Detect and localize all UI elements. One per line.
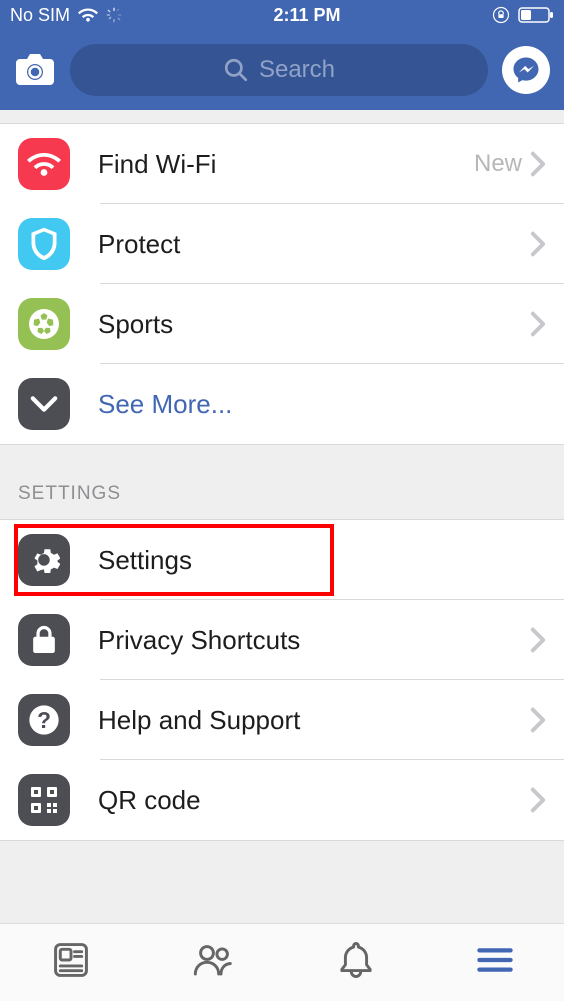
tab-bar	[0, 923, 564, 1001]
menu-label: QR code	[98, 785, 530, 816]
menu-item-protect[interactable]: Protect	[0, 204, 564, 284]
lock-icon	[18, 614, 70, 666]
status-time: 2:11 PM	[273, 5, 340, 26]
menu-item-help[interactable]: ? Help and Support	[0, 680, 564, 760]
svg-text:?: ?	[37, 707, 51, 733]
menu-label: Privacy Shortcuts	[98, 625, 530, 656]
settings-list: Settings Privacy Shortcuts ? Help and Su…	[0, 520, 564, 840]
chevron-right-icon	[530, 231, 546, 257]
bell-icon	[338, 940, 374, 980]
loading-icon	[106, 7, 122, 23]
chevron-right-icon	[530, 151, 546, 177]
menu-label: Help and Support	[98, 705, 530, 736]
chevron-right-icon	[530, 707, 546, 733]
tab-friends[interactable]	[193, 941, 235, 984]
qr-icon	[18, 774, 70, 826]
menu-item-settings[interactable]: Settings	[0, 520, 564, 600]
menu-label: Find Wi-Fi	[98, 149, 474, 180]
orientation-lock-icon	[492, 6, 510, 24]
menu-list: Find Wi-Fi New Protect Sports See More..…	[0, 124, 564, 444]
search-icon	[223, 57, 249, 83]
chevron-right-icon	[530, 311, 546, 337]
menu-item-find-wifi[interactable]: Find Wi-Fi New	[0, 124, 564, 204]
search-placeholder: Search	[259, 56, 335, 84]
see-more-label: See More...	[98, 389, 546, 420]
tab-feed[interactable]	[52, 941, 90, 984]
shield-app-icon	[18, 218, 70, 270]
tab-menu[interactable]	[477, 945, 513, 980]
app-header: Search	[0, 30, 564, 110]
chevron-right-icon	[530, 627, 546, 653]
wifi-icon	[78, 7, 98, 23]
wifi-app-icon	[18, 138, 70, 190]
menu-label: Settings	[98, 545, 546, 576]
new-badge: New	[474, 150, 522, 178]
battery-icon	[518, 7, 554, 23]
tab-notifications[interactable]	[338, 940, 374, 985]
camera-icon[interactable]	[14, 51, 56, 89]
menu-label: Sports	[98, 309, 530, 340]
section-header-settings: SETTINGS	[0, 445, 564, 519]
feed-icon	[52, 941, 90, 979]
hamburger-icon	[477, 945, 513, 975]
help-icon: ?	[18, 694, 70, 746]
chevron-down-icon	[18, 378, 70, 430]
status-bar: No SIM 2:11 PM	[0, 0, 564, 30]
soccer-app-icon	[18, 298, 70, 350]
carrier-label: No SIM	[10, 5, 70, 26]
menu-label: Protect	[98, 229, 530, 260]
friends-icon	[193, 941, 235, 979]
gear-icon	[18, 534, 70, 586]
menu-item-see-more[interactable]: See More...	[0, 364, 564, 444]
chevron-right-icon	[530, 787, 546, 813]
menu-item-privacy[interactable]: Privacy Shortcuts	[0, 600, 564, 680]
search-input[interactable]: Search	[70, 44, 488, 96]
menu-item-qr[interactable]: QR code	[0, 760, 564, 840]
messenger-button[interactable]	[502, 46, 550, 94]
messenger-icon	[511, 55, 541, 85]
menu-item-sports[interactable]: Sports	[0, 284, 564, 364]
